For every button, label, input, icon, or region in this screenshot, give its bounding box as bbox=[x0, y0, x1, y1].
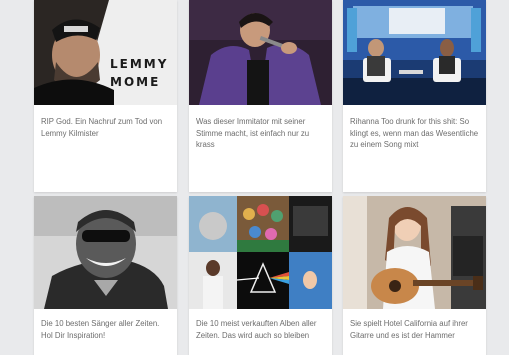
article-card-hotel-california[interactable]: Sie spielt Hotel California auf ihrer Gi… bbox=[343, 196, 486, 355]
article-title[interactable]: Rihanna Too drunk for this shit: So klin… bbox=[350, 116, 481, 151]
lemmy-kilmister-photo[interactable]: LEMMY MOME bbox=[34, 0, 177, 105]
article-title[interactable]: RIP God. Ein Nachruf zum Tod von Lemmy K… bbox=[41, 116, 172, 139]
article-card-albums[interactable]: Die 10 meist verkauften Alben aller Zeit… bbox=[189, 196, 332, 355]
ray-charles-photo[interactable] bbox=[34, 196, 177, 309]
overlay-text-line1: LEMMY bbox=[110, 57, 168, 71]
article-title[interactable]: Die 10 meist verkauften Alben aller Zeit… bbox=[196, 318, 327, 341]
article-title[interactable]: Sie spielt Hotel California auf ihrer Gi… bbox=[350, 318, 481, 341]
guitarist-woman-photo[interactable] bbox=[343, 196, 486, 309]
article-card-rihanna[interactable]: Rihanna Too drunk for this shit: So klin… bbox=[343, 0, 486, 192]
article-title[interactable]: Was dieser Immitator mit seiner Stimme m… bbox=[196, 116, 327, 151]
album-covers-collage[interactable] bbox=[189, 196, 332, 309]
impersonator-singing-photo[interactable] bbox=[189, 0, 332, 105]
article-card-impersonator[interactable]: Was dieser Immitator mit seiner Stimme m… bbox=[189, 0, 332, 192]
article-title[interactable]: Die 10 besten Sänger aller Zeiten. Hol D… bbox=[41, 318, 172, 341]
article-grid: LEMMY MOME RIP God. Ein Nachruf zum Tod … bbox=[0, 0, 509, 355]
article-card-singers[interactable]: Die 10 besten Sänger aller Zeiten. Hol D… bbox=[34, 196, 177, 355]
article-card-lemmy[interactable]: LEMMY MOME RIP God. Ein Nachruf zum Tod … bbox=[34, 0, 177, 192]
overlay-text-line2: MOME bbox=[110, 75, 160, 89]
talk-show-studio-photo[interactable] bbox=[343, 0, 486, 105]
